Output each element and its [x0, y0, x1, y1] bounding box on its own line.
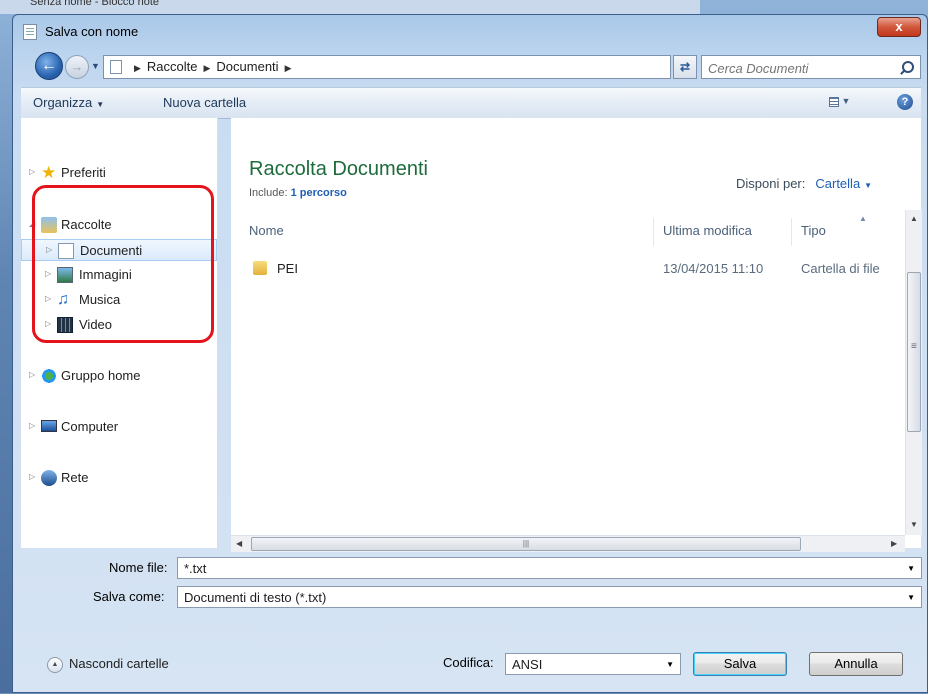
back-button[interactable]: ←: [35, 52, 63, 80]
filename-field[interactable]: *.txt ▼: [177, 557, 922, 579]
expand-arrow-icon[interactable]: ▷: [29, 167, 35, 176]
save-as-dialog: Salva con nome x ← → ▼ ▶ Raccolte ▶ Documen…: [12, 14, 928, 693]
hide-folders-label: Nascondi cartelle: [69, 656, 169, 671]
search-box[interactable]: [701, 55, 921, 79]
background-window-titlebar: Senza nome - Blocco note: [0, 0, 700, 14]
nav-item-favorites[interactable]: ▷ ★ Preferiti: [21, 162, 217, 184]
nav-label: Gruppo home: [61, 368, 141, 383]
arrange-dropdown[interactable]: Cartella: [815, 176, 860, 191]
nav-label: Computer: [61, 419, 119, 434]
column-divider[interactable]: [653, 218, 654, 246]
scroll-down-icon[interactable]: ▼: [910, 520, 918, 529]
library-include: Include: 1 percorso: [249, 187, 347, 199]
scroll-right-icon[interactable]: ▶: [891, 539, 897, 548]
nav-label: Rete: [61, 470, 89, 485]
include-link[interactable]: 1 percorso: [291, 187, 347, 199]
library-doc-icon: [110, 60, 122, 74]
organize-button[interactable]: Organizza ▼: [33, 95, 104, 110]
view-icon: [829, 96, 839, 107]
arrange-by: Disponi per: Cartella ▼: [736, 176, 872, 191]
filename-value: *.txt: [184, 561, 207, 576]
arrange-label: Disponi per:: [736, 176, 806, 191]
horizontal-scroll-thumb[interactable]: |||: [251, 537, 801, 551]
save-button[interactable]: Salva: [693, 652, 787, 676]
vertical-scroll-thumb[interactable]: [907, 272, 921, 432]
network-icon: [41, 470, 57, 486]
nav-item-network[interactable]: ▷ Rete: [21, 467, 217, 489]
new-folder-button[interactable]: Nuova cartella: [163, 95, 246, 110]
column-header-name[interactable]: Nome: [249, 223, 284, 238]
vertical-scrollbar[interactable]: ▲ ▼: [905, 210, 922, 535]
expand-arrow-icon[interactable]: ▷: [29, 370, 35, 379]
save-form: Nome file: *.txt ▼ Salva come: Documenti…: [13, 555, 928, 694]
help-icon[interactable]: ?: [897, 94, 913, 110]
savetype-select[interactable]: Documenti di testo (*.txt) ▼: [177, 586, 922, 608]
scroll-up-icon[interactable]: ▲: [910, 214, 918, 223]
library-title: Raccolta Documenti: [249, 158, 428, 180]
highlight-annotation: [32, 185, 214, 343]
notepad-icon: [23, 24, 37, 40]
file-modified: 13/04/2015 11:10: [663, 261, 764, 276]
forward-button[interactable]: →: [65, 55, 89, 79]
cancel-button[interactable]: Annulla: [809, 652, 903, 676]
chevron-down-icon[interactable]: ▼: [907, 593, 915, 602]
change-view-button[interactable]: ▼: [829, 96, 859, 110]
address-bar[interactable]: ▶Raccolte▶Documenti▶ ▼: [103, 55, 743, 79]
chevron-down-icon[interactable]: ▼: [666, 660, 674, 669]
computer-icon: [41, 420, 57, 432]
background-window-title: Senza nome - Blocco note: [30, 0, 160, 8]
savetype-label: Salva come:: [93, 589, 165, 604]
search-icon[interactable]: [902, 61, 914, 73]
nav-item-computer[interactable]: ▷ Computer: [21, 416, 217, 438]
chevron-down-icon[interactable]: ▼: [864, 181, 872, 190]
homegroup-icon: [41, 368, 57, 384]
dialog-title: Salva con nome: [45, 24, 139, 39]
expand-arrow-icon[interactable]: ▷: [29, 472, 35, 481]
scroll-left-icon[interactable]: ◀: [236, 539, 242, 548]
chevron-down-icon: ▼: [96, 100, 105, 109]
refresh-button[interactable]: ⇄: [673, 55, 697, 79]
include-label: Include:: [249, 187, 288, 199]
sort-arrow-icon: ▲: [859, 214, 867, 223]
column-divider[interactable]: [791, 218, 792, 246]
recent-pages-icon[interactable]: ▼: [91, 61, 100, 71]
breadcrumb-documenti[interactable]: Documenti: [216, 59, 278, 74]
nav-item-homegroup[interactable]: ▷ Gruppo home: [21, 365, 217, 387]
organize-label: Organizza: [33, 95, 93, 110]
search-input[interactable]: [706, 58, 890, 78]
file-type: Cartella di file: [801, 261, 880, 276]
column-header-modified[interactable]: Ultima modifica: [663, 223, 752, 238]
collapse-icon: ▲: [47, 656, 63, 673]
folder-icon: [253, 261, 267, 275]
encoding-value: ANSI: [512, 657, 543, 672]
dialog-titlebar[interactable]: Salva con nome x: [13, 15, 927, 47]
chevron-down-icon[interactable]: ▼: [907, 564, 915, 573]
hide-folders-button[interactable]: ▲ Nascondi cartelle: [47, 656, 169, 673]
savetype-value: Documenti di testo (*.txt): [184, 590, 327, 605]
file-row[interactable]: PEI 13/04/2015 11:10 Cartella di file: [247, 260, 897, 280]
breadcrumb-raccolte[interactable]: Raccolte: [147, 59, 198, 74]
encoding-select[interactable]: ANSI ▼: [505, 653, 681, 675]
file-list-pane: Raccolta Documenti Include: 1 percorso D…: [231, 118, 921, 548]
breadcrumb: ▶ Raccolte ▶ Documenti ▶: [134, 59, 292, 74]
file-name: PEI: [277, 261, 298, 276]
expand-arrow-icon[interactable]: ▷: [29, 421, 35, 430]
close-button[interactable]: x: [877, 17, 921, 37]
horizontal-scrollbar[interactable]: ◀ ||| ▶: [231, 535, 905, 552]
nav-label: Preferiti: [61, 165, 106, 180]
encoding-label: Codifica:: [443, 655, 494, 670]
star-icon: ★: [41, 163, 57, 182]
column-header-type[interactable]: Tipo: [801, 223, 826, 238]
command-toolbar: Organizza ▼ Nuova cartella ▼ ?: [21, 87, 921, 119]
filename-label: Nome file:: [109, 560, 168, 575]
